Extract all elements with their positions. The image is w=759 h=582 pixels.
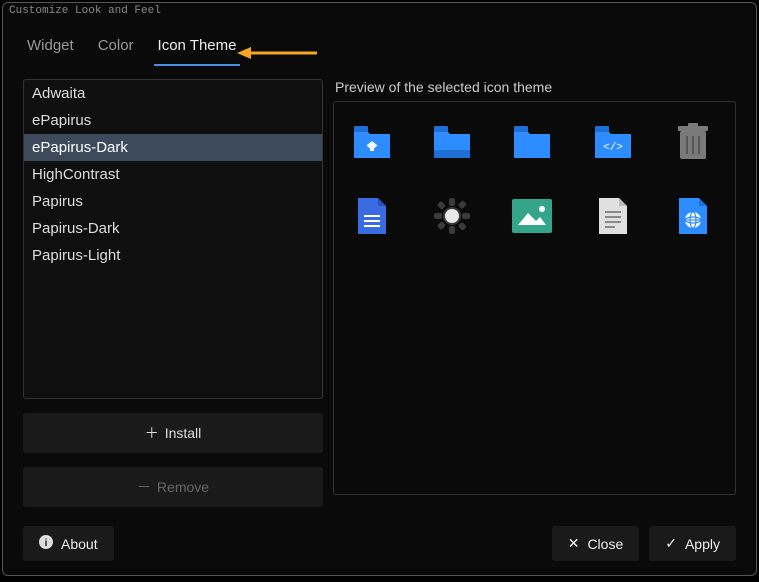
plus-icon: ＋ <box>145 423 159 443</box>
about-label: About <box>61 536 98 552</box>
install-button[interactable]: ＋ Install <box>23 413 323 453</box>
image-icon <box>512 196 552 236</box>
svg-text:i: i <box>45 538 48 549</box>
list-item[interactable]: Papirus <box>24 188 322 215</box>
document-icon <box>352 196 392 236</box>
list-item[interactable]: Papirus-Light <box>24 242 322 269</box>
install-label: Install <box>165 425 202 441</box>
apply-label: Apply <box>685 536 720 552</box>
list-item[interactable]: Adwaita <box>24 80 322 107</box>
preview-label: Preview of the selected icon theme <box>333 79 736 95</box>
close-icon: ✕ <box>568 535 580 552</box>
folder-code-icon: </> <box>593 122 633 162</box>
window-title: Customize Look and Feel <box>3 3 756 19</box>
check-icon: ✓ <box>665 535 677 552</box>
close-button[interactable]: ✕ Close <box>552 526 640 561</box>
folder-home-icon <box>352 122 392 162</box>
theme-list[interactable]: Adwaita ePapirus ePapirus-Dark HighContr… <box>23 79 323 399</box>
close-label: Close <box>587 536 623 552</box>
apply-button[interactable]: ✓ Apply <box>649 526 736 561</box>
about-button[interactable]: i About <box>23 526 114 561</box>
folder-icon <box>512 122 552 162</box>
settings-gear-icon <box>432 196 472 236</box>
svg-text:</>: </> <box>603 142 623 154</box>
info-icon: i <box>39 535 53 552</box>
list-item[interactable]: Papirus-Dark <box>24 215 322 242</box>
folder-desktop-icon <box>432 122 472 162</box>
text-file-icon <box>593 196 633 236</box>
tab-bar: Widget Color Icon Theme <box>23 29 736 67</box>
trash-icon <box>673 122 713 162</box>
html-file-icon <box>673 196 713 236</box>
remove-label: Remove <box>157 479 209 495</box>
tab-color[interactable]: Color <box>94 29 138 66</box>
list-item[interactable]: ePapirus <box>24 107 322 134</box>
tab-icon-theme[interactable]: Icon Theme <box>154 29 241 66</box>
minus-icon: － <box>137 477 151 497</box>
remove-button[interactable]: － Remove <box>23 467 323 507</box>
list-item[interactable]: HighContrast <box>24 161 322 188</box>
preview-box: </> <box>333 101 736 495</box>
list-item[interactable]: ePapirus-Dark <box>24 134 322 161</box>
tab-widget[interactable]: Widget <box>23 29 78 66</box>
